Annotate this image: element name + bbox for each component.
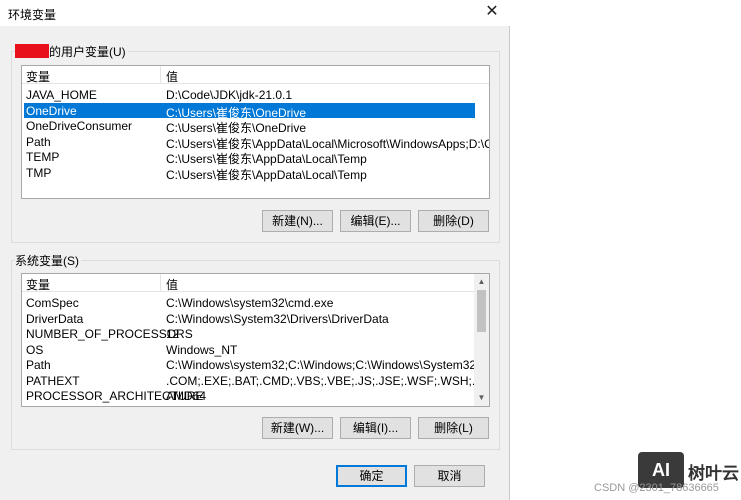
variable-name: ComSpec	[26, 296, 79, 310]
table-row[interactable]: NUMBER_OF_PROCESSORS 12	[24, 326, 472, 341]
column-header-value[interactable]: 值	[166, 276, 178, 293]
table-row[interactable]: TEMP C:\Users\崔俊东\AppData\Local\Temp	[24, 149, 475, 166]
table-row[interactable]: OS Windows_NT	[24, 342, 472, 357]
system-variables-label: 系统变量(S)	[15, 252, 81, 269]
user-edit-button[interactable]: 编辑(E)...	[340, 210, 411, 232]
variable-name: PATHEXT	[26, 373, 80, 388]
variable-name: OneDrive	[26, 103, 77, 118]
watermark: CSDN @2301_78636665	[594, 482, 719, 494]
table-row[interactable]: Path C:\Users\崔俊东\AppData\Local\Microsoft…	[24, 134, 489, 151]
table-row[interactable]: Path C:\Windows\system32;C:\Windows;C:\Wi…	[24, 357, 489, 372]
table-row[interactable]: TMP C:\Users\崔俊东\AppData\Local\Temp	[24, 165, 475, 182]
table-row[interactable]: OneDriveConsumer C:\Users\崔俊东\OneDrive	[24, 118, 475, 135]
variable-value: Intel64 Family 6 Model 158 Stepping 10, …	[166, 405, 452, 407]
table-row[interactable]: PROCESSOR_IDENTIFIERIntel64 Family 6 Mod…	[24, 404, 472, 407]
variable-value: C:\Windows\system32;C:\Windows;C:\Window…	[166, 358, 490, 372]
system-edit-button[interactable]: 编辑(I)...	[340, 417, 411, 439]
variable-name: PROCESSOR_IDENTIFIER	[26, 405, 176, 407]
user-variables-label: 的用户变量(U)	[15, 43, 128, 60]
close-icon[interactable]: ✕	[482, 2, 502, 22]
variable-name: Path	[26, 358, 51, 372]
variable-value: Windows_NT	[166, 342, 238, 357]
scroll-thumb[interactable]	[477, 290, 486, 332]
cancel-button[interactable]: 取消	[414, 465, 485, 487]
variable-name: JAVA_HOME	[26, 88, 97, 102]
title-bar[interactable]: 环境变量 ✕	[0, 0, 510, 26]
table-row[interactable]: PATHEXT .COM;.EXE;.BAT;.CMD;.VBS;.VBE;.JS…	[24, 373, 489, 388]
table-row[interactable]: OneDrive C:\Users\崔俊东\OneDrive	[24, 102, 475, 120]
variable-name: DriverData	[26, 311, 84, 326]
list-header: 变量 值	[22, 66, 489, 84]
scroll-up-icon[interactable]: ▲	[474, 275, 489, 289]
variable-value: D:\Code\JDK\jdk-21.0.1	[166, 88, 293, 102]
scroll-down-icon[interactable]: ▼	[474, 391, 489, 405]
system-new-button[interactable]: 新建(W)...	[262, 417, 333, 439]
system-variables-list[interactable]: 变量 值 ComSpec C:\Windows\system32\cmd.exe D…	[21, 273, 490, 407]
table-row[interactable]: ComSpec C:\Windows\system32\cmd.exe	[24, 295, 472, 310]
variable-name: OS	[26, 342, 44, 357]
window-title: 环境变量	[8, 8, 57, 22]
variable-value: 12	[166, 327, 180, 341]
brand-name: 树叶云	[688, 464, 739, 483]
column-header-value[interactable]: 值	[166, 68, 178, 85]
table-row[interactable]: JAVA_HOME D:\Code\JDK\jdk-21.0.1	[24, 87, 475, 102]
variable-name: TEMP	[26, 150, 60, 164]
user-variables-list[interactable]: 变量 值 JAVA_HOME D:\Code\JDK\jdk-21.0.1 OneD…	[21, 65, 490, 199]
system-list-scrollbar[interactable]: ▲ ▼	[474, 274, 489, 406]
variable-value: C:\Users\崔俊东\AppData\Local\Temp	[166, 167, 367, 182]
environment-variables-dialog: 环境变量 ✕ 的用户变量(U) 变量 值 JAVA_HOME D:\Code\JD…	[0, 0, 510, 500]
column-header-name[interactable]: 变量	[26, 276, 50, 293]
column-header-name[interactable]: 变量	[26, 68, 50, 85]
variable-name: OneDriveConsumer	[26, 119, 133, 133]
system-delete-button[interactable]: 删除(L)	[418, 417, 489, 439]
variable-value: .COM;.EXE;.BAT;.CMD;.VBS;.VBE;.JS;.JSE;.…	[166, 373, 490, 388]
list-header: 变量 值	[22, 274, 474, 292]
variable-name: TMP	[26, 165, 52, 180]
variable-value: C:\Windows\System32\Drivers\DriverData	[166, 311, 389, 326]
user-delete-button[interactable]: 删除(D)	[418, 210, 489, 232]
variable-name: Path	[26, 134, 51, 149]
ok-button[interactable]: 确定	[336, 465, 407, 487]
table-row[interactable]: DriverData C:\Windows\System32\Drivers\Dr…	[24, 311, 472, 326]
user-new-button[interactable]: 新建(N)...	[262, 210, 333, 232]
redacted-username	[15, 44, 49, 58]
table-row[interactable]: PROCESSOR_ARCHITECTURE AMD64	[24, 388, 472, 403]
variable-value: AMD64	[166, 389, 207, 403]
variable-value: C:\Windows\system32\cmd.exe	[166, 296, 334, 310]
